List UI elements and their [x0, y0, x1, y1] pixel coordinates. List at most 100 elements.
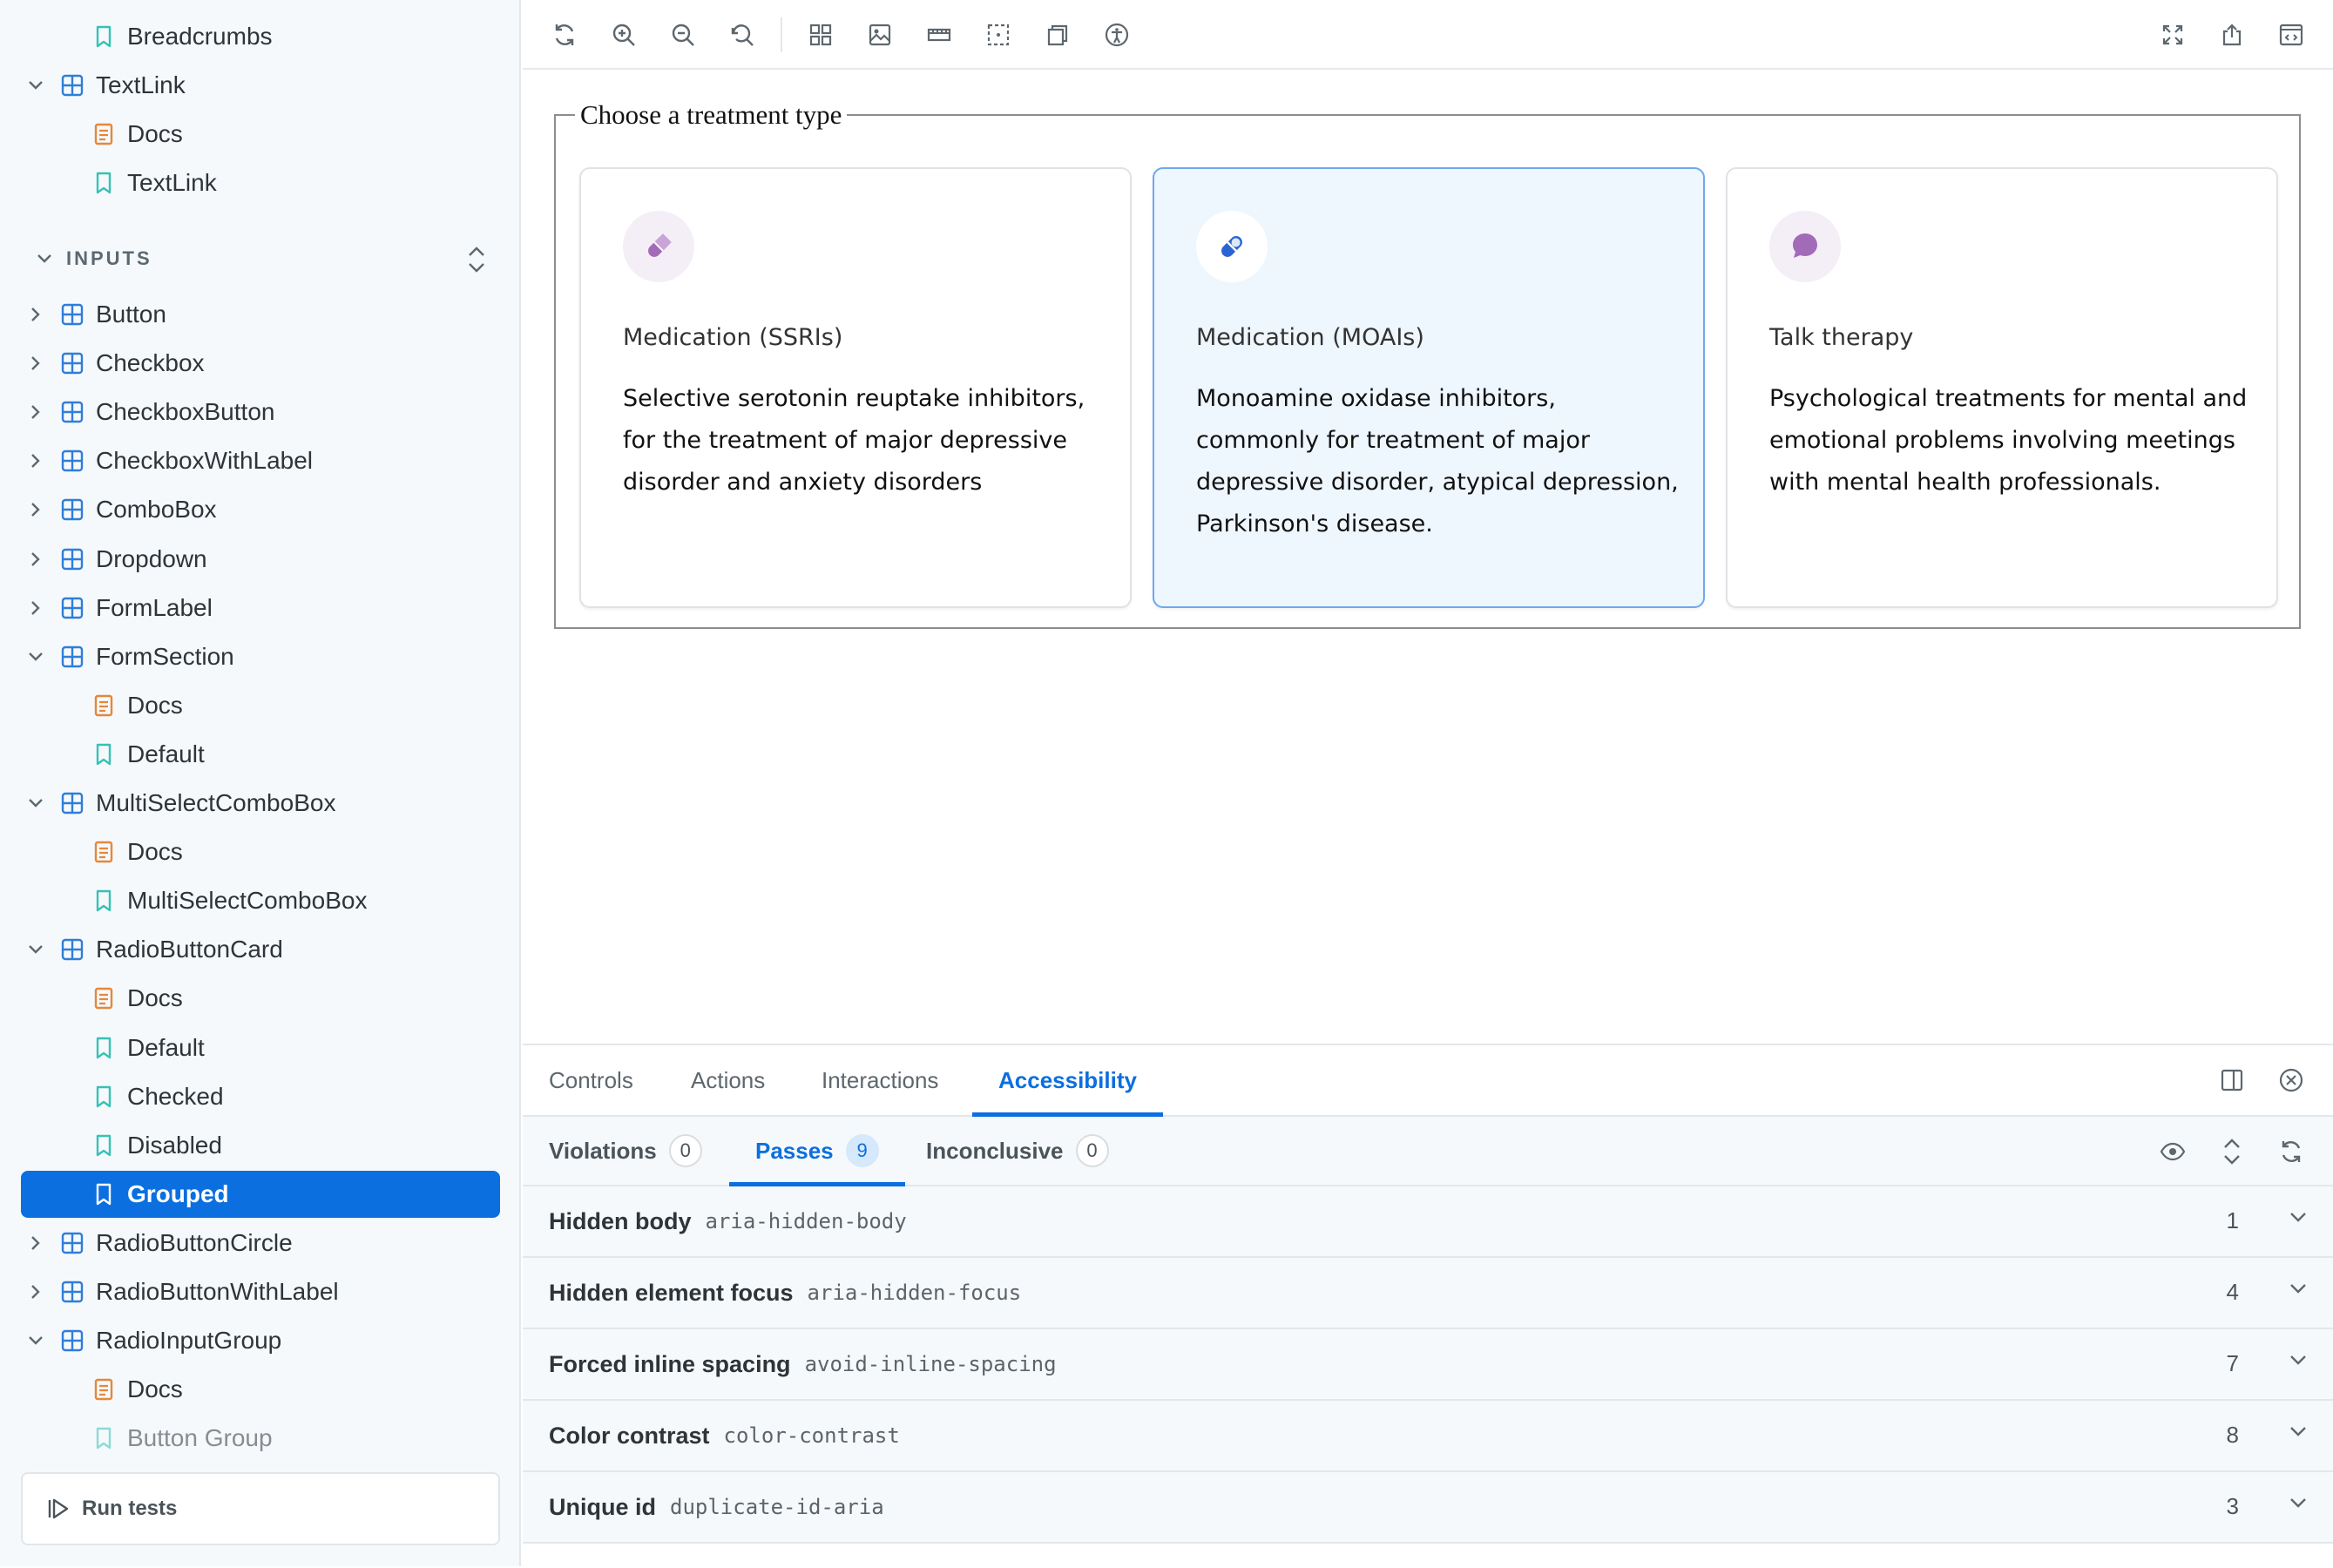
- tab-controls[interactable]: Controls: [549, 1045, 633, 1115]
- sidebar-section-inputs[interactable]: INPUTS: [21, 235, 500, 282]
- sidebar-item-docs[interactable]: Docs: [21, 1366, 500, 1413]
- card-title: Talk therapy: [1769, 324, 1914, 351]
- background-icon[interactable]: [861, 16, 899, 54]
- chevron-down-icon[interactable]: [2289, 1354, 2307, 1366]
- sidebar-item-textlink-docs[interactable]: Docs: [21, 111, 500, 158]
- subtab-inconclusive[interactable]: Inconclusive 0: [926, 1117, 1109, 1185]
- group-legend: Choose a treatment type: [580, 99, 842, 130]
- eye-icon[interactable]: [2155, 1134, 2190, 1169]
- sidebar-item-radiobuttonwithlabel[interactable]: RadioButtonWithLabel: [21, 1268, 500, 1315]
- a11y-rule-row[interactable]: Hidden body aria-hidden-body 1: [523, 1186, 2333, 1258]
- docs-icon: [92, 1378, 115, 1401]
- sidebar-item-disabled[interactable]: Disabled: [21, 1122, 500, 1169]
- chevron-down-icon[interactable]: [23, 80, 49, 91]
- sidebar-item-dropdown[interactable]: Dropdown: [21, 536, 500, 583]
- chevron-down-icon[interactable]: [23, 1335, 49, 1346]
- tab-actions[interactable]: Actions: [691, 1045, 765, 1115]
- sidebar-item-docs[interactable]: Docs: [21, 975, 500, 1022]
- sidebar-item-radioinputgroup[interactable]: RadioInputGroup: [21, 1317, 500, 1364]
- ruler-icon[interactable]: [920, 16, 958, 54]
- sidebar-item-checkbox[interactable]: Checkbox: [21, 340, 500, 387]
- count-badge: 0: [668, 1134, 702, 1167]
- sidebar-item-multiselectcombobox[interactable]: MultiSelectComboBox: [21, 877, 500, 924]
- story-icon: [92, 1134, 115, 1157]
- chevron-down-icon[interactable]: [2289, 1425, 2307, 1437]
- sidebar-item-combobox[interactable]: ComboBox: [21, 486, 500, 533]
- outline-icon[interactable]: [979, 16, 1018, 54]
- viewport-icon[interactable]: [1038, 16, 1077, 54]
- chevron-right-icon[interactable]: [23, 1284, 49, 1300]
- zoom-in-icon[interactable]: [605, 16, 643, 54]
- zoom-out-icon[interactable]: [664, 16, 702, 54]
- sidebar-item-checkboxbutton[interactable]: CheckboxButton: [21, 389, 500, 436]
- chevron-right-icon[interactable]: [23, 1235, 49, 1251]
- sidebar-item-radiobuttoncircle[interactable]: RadioButtonCircle: [21, 1220, 500, 1267]
- sidebar-item-label: Checkbox: [96, 349, 205, 376]
- sidebar-item-label: Dropdown: [96, 545, 207, 572]
- sidebar-item-label: RadioButtonCard: [96, 936, 283, 963]
- chevron-right-icon[interactable]: [23, 453, 49, 469]
- sidebar-item-multiselectcombobox[interactable]: MultiSelectComboBox: [21, 780, 500, 827]
- tab-accessibility[interactable]: Accessibility: [972, 1045, 1163, 1117]
- grid-icon[interactable]: [801, 16, 840, 54]
- chat-bubble-icon: [1769, 211, 1841, 282]
- sidebar-item-button-group[interactable]: Button Group: [21, 1415, 500, 1462]
- chevron-down-icon[interactable]: [2289, 1211, 2307, 1223]
- expand-collapse-icon[interactable]: [467, 246, 486, 274]
- sidebar-item-docs[interactable]: Docs: [21, 828, 500, 875]
- subtab-passes[interactable]: Passes 9: [729, 1117, 905, 1186]
- radio-card-moai[interactable]: Medication (MOAIs) Monoamine oxidase inh…: [1153, 167, 1705, 608]
- open-in-new-tab-icon[interactable]: [2272, 16, 2310, 54]
- sidebar-item-checked[interactable]: Checked: [21, 1073, 500, 1120]
- sidebar-item-label: Grouped: [127, 1180, 229, 1207]
- radio-card-talk-therapy[interactable]: Talk therapy Psychological treatments fo…: [1726, 167, 2278, 608]
- component-icon: [61, 938, 84, 961]
- chevron-right-icon[interactable]: [23, 551, 49, 567]
- reload-icon[interactable]: [545, 16, 584, 54]
- run-tests-button[interactable]: Run tests: [21, 1472, 500, 1545]
- subtab-violations[interactable]: Violations 0: [549, 1117, 702, 1185]
- expand-collapse-icon[interactable]: [2215, 1134, 2249, 1169]
- sidebar-item-radiobuttoncard[interactable]: RadioButtonCard: [21, 926, 500, 973]
- a11y-rule-row[interactable]: Hidden element focus aria-hidden-focus 4: [523, 1258, 2333, 1329]
- sidebar-item-grouped[interactable]: Grouped: [21, 1171, 500, 1218]
- sidebar-item-label: Docs: [127, 1375, 183, 1402]
- sidebar-item-formsection[interactable]: FormSection: [21, 633, 500, 680]
- radio-card-ssri[interactable]: Medication (SSRIs) Selective serotonin r…: [579, 167, 1132, 608]
- tab-interactions[interactable]: Interactions: [822, 1045, 938, 1115]
- panel-orientation-icon[interactable]: [2215, 1063, 2249, 1098]
- a11y-rule-row[interactable]: Forced inline spacing avoid-inline-spacin…: [523, 1329, 2333, 1401]
- a11y-rule-row[interactable]: Unique id duplicate-id-aria 3: [523, 1472, 2333, 1544]
- component-icon: [61, 548, 84, 571]
- chevron-down-icon[interactable]: [2289, 1497, 2307, 1509]
- sidebar-item-textlink-story[interactable]: TextLink: [21, 159, 500, 206]
- rule-count: 3: [2226, 1493, 2239, 1519]
- chevron-right-icon[interactable]: [23, 404, 49, 420]
- sidebar-item-default[interactable]: Default: [21, 1024, 500, 1071]
- sidebar-item-breadcrumbs[interactable]: Breadcrumbs: [21, 13, 500, 60]
- sidebar-item-textlink[interactable]: TextLink: [21, 62, 500, 109]
- chevron-down-icon[interactable]: [23, 798, 49, 808]
- sidebar-item-button[interactable]: Button: [21, 291, 500, 338]
- sidebar-item-formlabel[interactable]: FormLabel: [21, 585, 500, 632]
- chevron-down-icon[interactable]: [23, 944, 49, 955]
- sidebar-item-docs[interactable]: Docs: [21, 682, 500, 729]
- chevron-right-icon[interactable]: [23, 502, 49, 517]
- chevron-right-icon[interactable]: [23, 307, 49, 322]
- close-panel-icon[interactable]: [2274, 1063, 2309, 1098]
- fullscreen-icon[interactable]: [2154, 16, 2192, 54]
- accessibility-icon[interactable]: [1098, 16, 1136, 54]
- sidebar-item-default[interactable]: Default: [21, 731, 500, 778]
- chevron-down-icon[interactable]: [2289, 1282, 2307, 1294]
- rerun-icon[interactable]: [2274, 1134, 2309, 1169]
- chevron-right-icon[interactable]: [23, 600, 49, 616]
- subtab-label: Violations: [549, 1137, 657, 1164]
- docs-icon: [92, 841, 115, 863]
- zoom-reset-icon[interactable]: [723, 16, 761, 54]
- share-icon[interactable]: [2213, 16, 2251, 54]
- rule-name: Color contrast: [549, 1422, 710, 1449]
- sidebar-item-checkboxwithlabel[interactable]: CheckboxWithLabel: [21, 437, 500, 484]
- chevron-right-icon[interactable]: [23, 355, 49, 371]
- a11y-rule-row[interactable]: Color contrast color-contrast 8: [523, 1401, 2333, 1472]
- chevron-down-icon[interactable]: [23, 652, 49, 662]
